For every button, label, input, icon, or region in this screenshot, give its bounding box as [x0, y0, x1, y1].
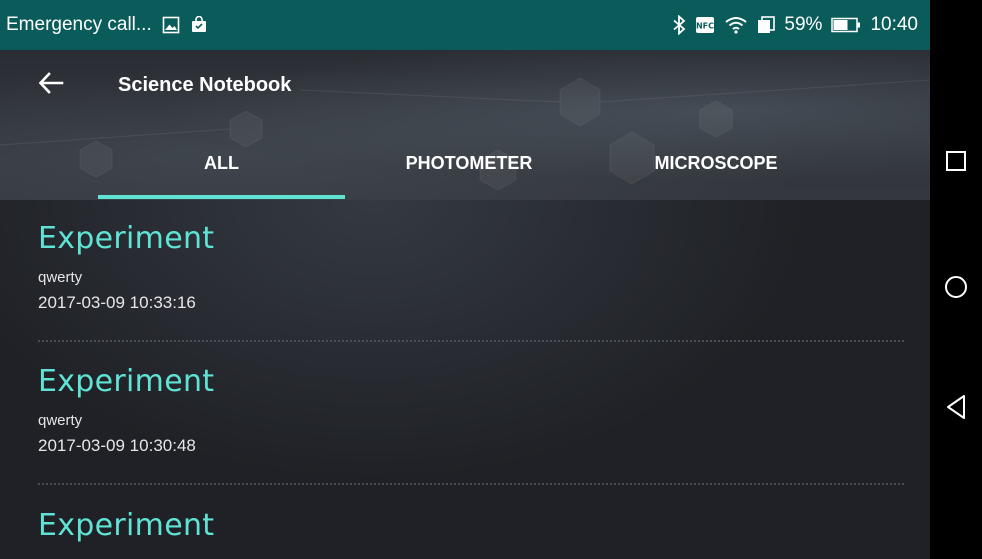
status-bar: Emergency call... NFC 59% 10:40: [0, 0, 930, 50]
app-header: Science Notebook ALL PHOTOMETER MICROSCO…: [0, 50, 930, 200]
recents-square-icon: [945, 150, 967, 177]
experiment-subtitle: qwerty: [38, 269, 83, 286]
image-icon: [162, 16, 180, 34]
experiment-date: 2017-03-09 10:33:16: [38, 293, 196, 312]
list-divider: [38, 340, 904, 342]
back-triangle-icon: [945, 394, 967, 425]
back-nav-button[interactable]: [930, 379, 982, 439]
arrow-left-icon: [38, 71, 64, 99]
svg-text:NFC: NFC: [696, 22, 714, 31]
battery-icon: [831, 17, 861, 33]
experiment-subtitle: qwerty: [38, 412, 83, 429]
page-title: Science Notebook: [118, 74, 292, 96]
list-item[interactable]: Experiment qwerty 2017-03-09 10:30:48: [0, 364, 930, 484]
tab-bar: ALL PHOTOMETER MICROSCOPE: [0, 130, 930, 200]
experiment-title: Experiment: [38, 364, 215, 399]
list-divider: [38, 483, 904, 485]
clock-time: 10:40: [870, 14, 918, 35]
tab-all[interactable]: ALL: [98, 130, 345, 196]
tab-microscope[interactable]: MICROSCOPE: [593, 130, 839, 196]
experiment-date: 2017-03-09 10:30:48: [38, 436, 196, 455]
wifi-icon: [724, 15, 748, 35]
back-button[interactable]: [34, 68, 68, 102]
home-button[interactable]: [930, 259, 982, 319]
battery-percent: 59%: [784, 14, 823, 35]
tab-selected-indicator: [98, 195, 345, 199]
experiment-title: Experiment: [38, 221, 215, 256]
tab-photometer[interactable]: PHOTOMETER: [345, 130, 593, 196]
app-screen: Emergency call... NFC 59% 10:40 Science …: [0, 0, 930, 559]
bluetooth-icon: [672, 15, 686, 35]
experiment-title: Experiment: [38, 508, 215, 543]
experiment-list[interactable]: Experiment qwerty 2017-03-09 10:33:16 Ex…: [0, 200, 930, 559]
list-item[interactable]: Experiment: [0, 508, 930, 559]
vibrate-icon: [757, 16, 776, 34]
list-item[interactable]: Experiment qwerty 2017-03-09 10:33:16: [0, 221, 930, 341]
recents-button[interactable]: [930, 133, 982, 193]
notification-text: Emergency call...: [6, 14, 152, 35]
home-circle-icon: [944, 275, 968, 304]
shopping-bag-icon: [190, 16, 208, 34]
navigation-bar: [930, 0, 982, 559]
nfc-icon: NFC: [695, 16, 715, 34]
